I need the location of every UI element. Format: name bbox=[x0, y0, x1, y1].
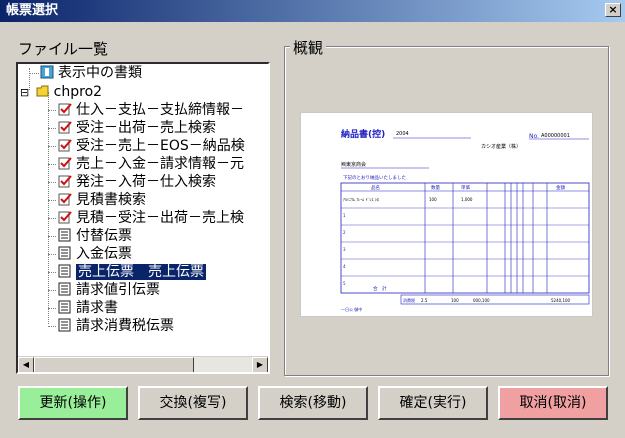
checklist-icon bbox=[58, 210, 72, 224]
tree-item-label: 入金伝票 bbox=[76, 246, 132, 262]
scroll-right-icon[interactable]: ▶ bbox=[252, 357, 268, 372]
doc-date: 2004 bbox=[396, 131, 409, 137]
customer: ㈱東京商会 bbox=[341, 161, 366, 168]
tree-item-label: 請求値引伝票 bbox=[76, 282, 160, 298]
close-button[interactable]: × bbox=[605, 3, 621, 17]
slip-icon bbox=[58, 246, 72, 260]
tree-item[interactable]: 見積書検索 bbox=[48, 191, 146, 209]
header-item: 品名 bbox=[371, 184, 380, 191]
tree-item[interactable]: 売上－入金－請求情報－元 bbox=[48, 155, 244, 173]
row-num: 2 bbox=[343, 230, 346, 235]
window-title: 帳票選択 bbox=[6, 3, 59, 18]
tree-item-chpro2[interactable]: ⊟ chpro2 bbox=[20, 83, 102, 101]
tree-item-label: 仕入－支払－支払締情報－ bbox=[76, 102, 244, 118]
total-value: 100 bbox=[451, 298, 459, 303]
tree-item[interactable]: 入金伝票 bbox=[48, 245, 132, 263]
preview-label: 概観 bbox=[290, 37, 327, 58]
row-num: 5 bbox=[343, 281, 346, 286]
file-list-label: ファイル一覧 bbox=[18, 40, 109, 58]
checklist-icon bbox=[58, 156, 72, 170]
slip-icon bbox=[58, 228, 72, 242]
footer: 一日公 御中 bbox=[341, 306, 362, 312]
search-button[interactable]: 検索(移動) bbox=[258, 386, 368, 420]
slip-icon bbox=[58, 300, 72, 314]
document-preview: 納品書(控) 2004 No. A00000001 カシオ産業（株） ㈱東京商会… bbox=[300, 112, 593, 317]
header-price: 単価 bbox=[461, 184, 470, 191]
total-value: 2.5 bbox=[421, 298, 428, 303]
cancel-button[interactable]: 取消(取消) bbox=[498, 386, 608, 420]
first-item: ｱﾙﾐﾆｳﾑ ﾌﾚｰﾑ ﾄﾞﾚｽ ｼﾛ bbox=[343, 196, 379, 202]
tree-item-current-docs[interactable]: 表示中の書類 bbox=[40, 64, 142, 82]
tree-item-label: 売上－入金－請求情報－元 bbox=[76, 156, 244, 172]
tree-item-label: 請求消費税伝票 bbox=[76, 318, 174, 334]
tree-item-label: 見積書検索 bbox=[76, 192, 146, 208]
tree-item[interactable]: 請求書 bbox=[48, 299, 118, 317]
folder-icon bbox=[36, 84, 50, 98]
row-num: 3 bbox=[343, 247, 346, 252]
update-button[interactable]: 更新(操作) bbox=[18, 386, 128, 420]
checklist-icon bbox=[58, 102, 72, 116]
scroll-thumb[interactable] bbox=[34, 357, 194, 372]
greeting: 下記のとおり納品いたしました bbox=[343, 174, 406, 181]
tax-label: 消費税 bbox=[403, 297, 415, 303]
first-price: 1,000 bbox=[461, 197, 473, 202]
row-num: 1 bbox=[343, 213, 346, 218]
exchange-button[interactable]: 交換(複写) bbox=[138, 386, 248, 420]
tree-item-label: 発注－入荷－仕入検索 bbox=[76, 174, 216, 190]
tree-item[interactable]: 付替伝票 bbox=[48, 227, 132, 245]
total-value: 5240,100 bbox=[551, 298, 571, 303]
tree-item-label: 付替伝票 bbox=[76, 228, 132, 244]
tree-item-label: 受注－売上－EOS－納品検 bbox=[76, 138, 245, 154]
tree-item[interactable]: 受注－出荷－売上検索 bbox=[48, 119, 216, 137]
tree-item[interactable]: 売上伝票 売上伝票 bbox=[48, 263, 206, 281]
file-tree[interactable]: 表示中の書類 ⊟ chpro2 仕入－支払－支払締情報－ 受注－出荷－売上検索受注… bbox=[16, 62, 270, 374]
tree-item-label: 受注－出荷－売上検索 bbox=[76, 120, 216, 136]
tree-item[interactable]: 請求消費税伝票 bbox=[48, 317, 174, 335]
slip-no: A00000001 bbox=[541, 133, 570, 139]
checklist-icon bbox=[58, 192, 72, 206]
tree-item[interactable]: 仕入－支払－支払締情報－ bbox=[48, 101, 244, 119]
title-bar: 帳票選択 × bbox=[0, 0, 625, 22]
confirm-button[interactable]: 確定(実行) bbox=[378, 386, 488, 420]
slip-icon bbox=[58, 264, 72, 278]
slip-icon bbox=[58, 318, 72, 332]
doc-title: 納品書(控) bbox=[341, 128, 385, 140]
tree-item[interactable]: 受注－売上－EOS－納品検 bbox=[48, 137, 245, 155]
tree-item[interactable]: 発注－入荷－仕入検索 bbox=[48, 173, 216, 191]
checklist-icon bbox=[58, 120, 72, 134]
tree-item-label: 見積－受注－出荷－売上検 bbox=[76, 210, 244, 226]
collapse-toggle[interactable]: ⊟ bbox=[20, 86, 29, 99]
header-qty: 数量 bbox=[431, 184, 440, 191]
row-num: 4 bbox=[343, 264, 346, 269]
checklist-icon bbox=[58, 174, 72, 188]
company: カシオ産業（株） bbox=[481, 143, 521, 150]
tree-item-label: 請求書 bbox=[76, 300, 118, 316]
tree-item[interactable]: 請求値引伝票 bbox=[48, 281, 160, 299]
tree-item[interactable]: 見積－受注－出荷－売上検 bbox=[48, 209, 244, 227]
total-label: 合 計 bbox=[373, 285, 387, 292]
checklist-icon bbox=[58, 138, 72, 152]
first-qty: 100 bbox=[429, 197, 437, 202]
slip-icon bbox=[58, 282, 72, 296]
horizontal-scrollbar[interactable]: ◀ ▶ bbox=[18, 356, 268, 372]
tree-item-label: 売上伝票 売上伝票 bbox=[76, 264, 206, 280]
view-doc-icon bbox=[40, 65, 54, 79]
total-value: 000,100 bbox=[473, 298, 490, 303]
header-amount: 金額 bbox=[556, 184, 565, 191]
scroll-left-icon[interactable]: ◀ bbox=[18, 357, 34, 372]
